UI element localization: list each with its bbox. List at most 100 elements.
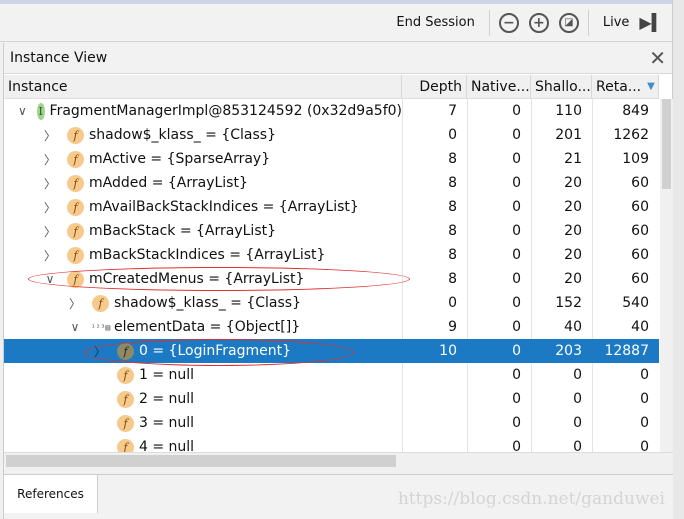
shallow-cell: 152 xyxy=(531,291,592,315)
vertical-scrollbar[interactable] xyxy=(660,99,673,452)
field-icon: f xyxy=(117,390,134,408)
chevron-right-icon[interactable]: 〉 xyxy=(93,343,107,360)
native-cell: 0 xyxy=(467,411,531,435)
instance-label: 2 = null xyxy=(139,391,195,407)
chevron-right-icon[interactable]: 〉 xyxy=(43,175,57,192)
instance-cell: f 4 = null xyxy=(4,438,402,452)
chevron-down-icon[interactable]: ∨ xyxy=(68,320,82,334)
chevron-right-icon[interactable]: 〉 xyxy=(68,295,82,312)
references-area: References https://blog.csdn.net/ganduwe… xyxy=(4,475,673,519)
chevron-right-icon[interactable]: 〉 xyxy=(43,223,57,240)
live-button[interactable]: Live xyxy=(593,15,640,30)
tab-references[interactable]: References xyxy=(4,475,98,513)
chevron-right-icon[interactable]: 〉 xyxy=(43,199,57,216)
horizontal-scroll-thumb[interactable] xyxy=(6,455,396,467)
chevron-down-icon[interactable]: ∨ xyxy=(18,104,27,118)
depth-cell: 8 xyxy=(402,147,467,171)
field-icon: f xyxy=(92,294,109,312)
chevron-down-icon[interactable]: ∨ xyxy=(43,272,57,286)
table-row[interactable]: 〉 f mBackStack = {ArrayList} 8 0 20 60 xyxy=(4,219,659,243)
vertical-scroll-thumb[interactable] xyxy=(662,99,671,189)
field-icon: f xyxy=(67,246,84,264)
field-icon: f xyxy=(67,174,84,192)
toolbar: End Session − + ◪ Live ▶▍ xyxy=(0,4,672,42)
reset-zoom-icon[interactable]: ◪ xyxy=(558,12,579,33)
table-row[interactable]: ∨ I FragmentManagerImpl@853124592 (0x32d9a… xyxy=(4,99,659,123)
panel-splitter[interactable] xyxy=(4,468,673,475)
depth-cell: 8 xyxy=(402,219,467,243)
column-instance[interactable]: Instance xyxy=(4,75,402,98)
column-native[interactable]: Native... xyxy=(467,75,531,98)
field-icon: f xyxy=(117,438,134,452)
retained-cell: 12887 xyxy=(592,339,659,363)
retained-cell: 1262 xyxy=(592,123,659,147)
field-icon: f xyxy=(67,150,84,168)
instance-label: mAvailBackStackIndices = {ArrayList} xyxy=(89,199,359,215)
native-cell: 0 xyxy=(467,195,531,219)
native-cell: 0 xyxy=(467,315,531,339)
table-row[interactable]: 〉 f mBackStackIndices = {ArrayList} 8 0 20 60 xyxy=(4,243,659,267)
shallow-cell: 0 xyxy=(531,435,592,452)
column-retained[interactable]: Reta... ▼ xyxy=(592,75,659,98)
instance-icon: I xyxy=(36,102,45,120)
native-cell: 0 xyxy=(467,267,531,291)
zoom-in-icon[interactable]: + xyxy=(528,12,549,33)
instance-label: mBackStackIndices = {ArrayList} xyxy=(89,247,326,263)
chevron-right-icon[interactable]: 〉 xyxy=(43,151,57,168)
sort-desc-icon: ▼ xyxy=(647,81,655,92)
table-row[interactable]: 〉 f mAvailBackStackIndices = {ArrayList} 8 0… xyxy=(4,195,659,219)
depth-cell: 10 xyxy=(402,339,467,363)
native-cell: 0 xyxy=(467,291,531,315)
table-row[interactable]: 〉 f shadow$_klass_ = {Class} 0 0 152 540 xyxy=(4,291,659,315)
shallow-cell: 40 xyxy=(531,315,592,339)
retained-cell: 60 xyxy=(592,171,659,195)
skip-to-end-icon[interactable]: ▶▍ xyxy=(639,13,664,32)
instance-label: shadow$_klass_ = {Class} xyxy=(89,127,276,143)
horizontal-scrollbar[interactable] xyxy=(4,452,673,468)
chevron-right-icon[interactable]: 〉 xyxy=(43,247,57,264)
table-row[interactable]: f3 = null 0 0 0 xyxy=(4,411,659,435)
table-row[interactable]: ∨ ¹²³▤ elementData = {Object[]} 9 0 40 40 xyxy=(4,315,659,339)
instance-label: mActive = {SparseArray} xyxy=(89,151,271,167)
table-row[interactable]: f4 = null 0 0 0 xyxy=(4,435,659,452)
table-row[interactable]: 〉 f mAdded = {ArrayList} 8 0 20 60 xyxy=(4,171,659,195)
table-row[interactable]: 〉 f shadow$_klass_ = {Class} 0 0 201 1262 xyxy=(4,123,659,147)
instance-cell: 〉 f mAvailBackStackIndices = {ArrayList} xyxy=(4,198,402,216)
depth-cell xyxy=(402,387,467,411)
native-cell: 0 xyxy=(467,147,531,171)
panel-titlebar: Instance View ✕ xyxy=(4,43,672,74)
native-cell: 0 xyxy=(467,123,531,147)
instance-label: 3 = null xyxy=(139,415,195,431)
instance-tree: ∨ I FragmentManagerImpl@853124592 (0x32d9a… xyxy=(4,99,659,452)
depth-cell xyxy=(402,363,467,387)
instance-label: shadow$_klass_ = {Class} xyxy=(114,295,301,311)
table-row[interactable]: f1 = null 0 0 0 xyxy=(4,363,659,387)
instance-label: elementData = {Object[]} xyxy=(114,319,301,335)
field-icon: f xyxy=(117,342,134,360)
table-row[interactable]: 〉 f mActive = {SparseArray} 8 0 21 109 xyxy=(4,147,659,171)
retained-cell: 60 xyxy=(592,243,659,267)
divider xyxy=(587,9,589,36)
shallow-cell: 0 xyxy=(531,411,592,435)
chevron-right-icon[interactable]: 〉 xyxy=(43,127,57,144)
column-depth[interactable]: Depth xyxy=(402,75,467,98)
retained-cell: 60 xyxy=(592,195,659,219)
shallow-cell: 20 xyxy=(531,171,592,195)
native-cell: 0 xyxy=(467,387,531,411)
instance-cell: 〉 f shadow$_klass_ = {Class} xyxy=(4,126,402,144)
table-row[interactable]: f2 = null 0 0 0 xyxy=(4,387,659,411)
instance-label: mBackStack = {ArrayList} xyxy=(89,223,277,239)
shallow-cell: 201 xyxy=(531,123,592,147)
table-row[interactable]: 〉 f 0 = {LoginFragment} 10 0 203 12887 xyxy=(4,339,659,363)
depth-cell: 8 xyxy=(402,171,467,195)
table-row[interactable]: ∨ f mCreatedMenus = {ArrayList} 8 0 20 60 xyxy=(4,267,659,291)
native-cell: 0 xyxy=(467,363,531,387)
retained-cell: 849 xyxy=(592,99,659,123)
close-icon[interactable]: ✕ xyxy=(649,46,666,70)
shallow-cell: 110 xyxy=(531,99,592,123)
zoom-out-icon[interactable]: − xyxy=(498,12,519,33)
end-session-button[interactable]: End Session xyxy=(386,15,484,30)
column-shallow[interactable]: Shallo... xyxy=(531,75,592,98)
instance-label: mAdded = {ArrayList} xyxy=(89,175,248,191)
field-icon: f xyxy=(67,198,84,216)
